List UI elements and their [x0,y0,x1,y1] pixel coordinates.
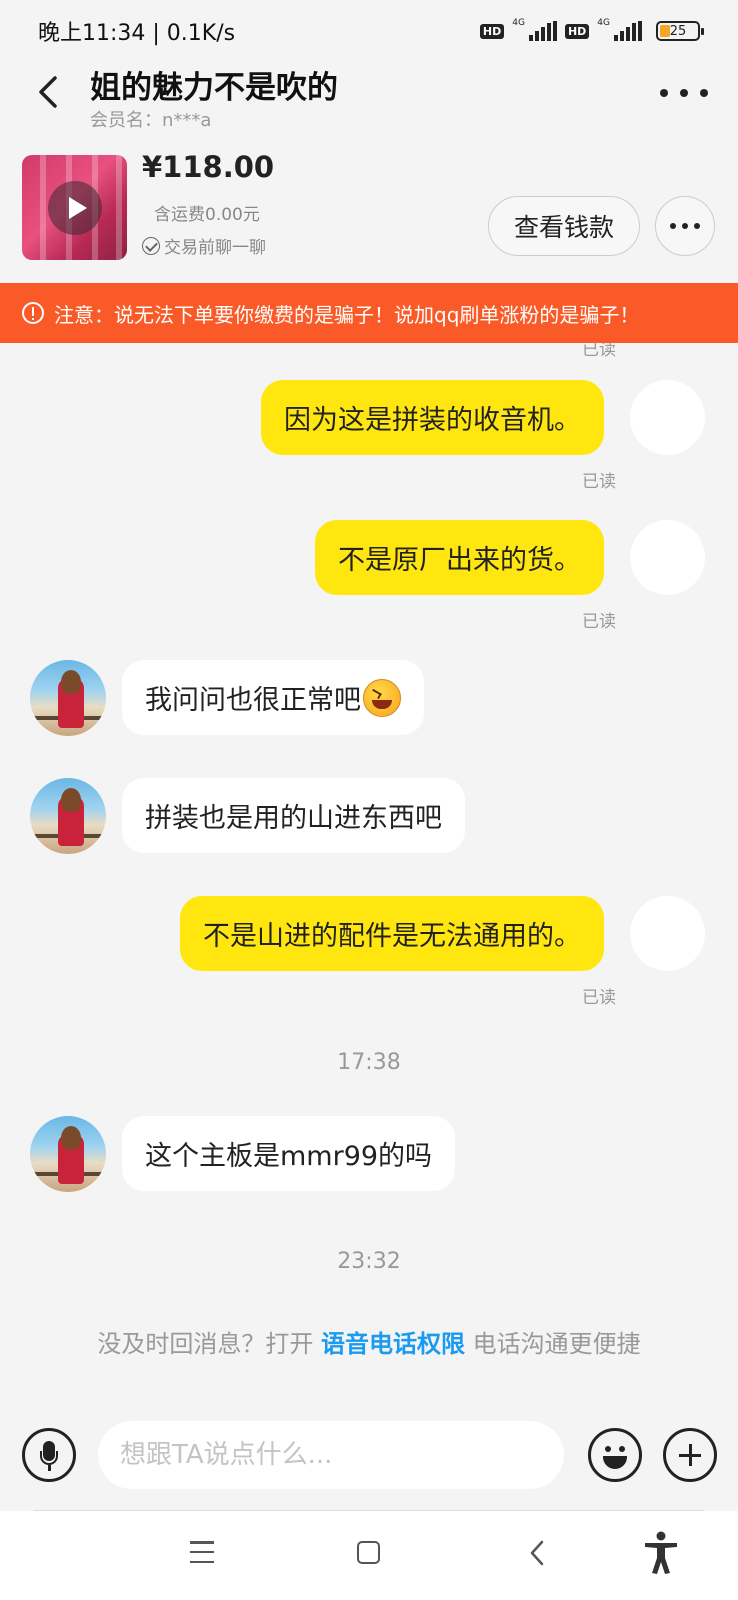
more-icon[interactable] [660,78,708,108]
message-bubble-received[interactable]: 拼装也是用的山进东西吧 [122,778,465,853]
emoji-icon[interactable] [588,1428,642,1482]
read-status: 已读 [582,343,616,360]
signal-icon [528,21,557,41]
my-avatar[interactable] [630,380,705,455]
network-type: 4G [597,18,610,28]
plus-icon[interactable] [663,1428,717,1482]
back-icon [39,76,57,108]
message-text: 我问问也很正常吧 [145,685,361,716]
scam-warning-banner: 注意：说无法下单要你缴费的是骗子！说加qq刷单涨粉的是骗子！ [0,283,738,343]
shipping-fee: 含运费0.00元 [154,205,260,225]
my-avatar[interactable] [630,896,705,971]
battery-level: 25 [669,23,687,39]
menu-icon[interactable] [190,1541,214,1563]
contact-avatar[interactable] [30,778,106,854]
timestamp: 17:38 [337,1050,401,1075]
status-icons: HD 4G HD 4G 25 [479,18,704,41]
chat-header: 姐的魅力不是吹的 会员名：n***a [0,62,738,138]
product-thumbnail[interactable] [22,155,127,260]
mic-icon[interactable] [22,1428,76,1482]
timestamp: 23:32 [337,1249,401,1274]
read-status: 已读 [582,612,616,632]
message-bubble-received[interactable]: 这个主板是mmr99的吗 [122,1116,456,1191]
message-bubble-received[interactable]: 我问问也很正常吧 [122,660,424,735]
contact-avatar[interactable] [30,1116,106,1192]
signal-icon [614,21,642,41]
back-button[interactable] [26,70,70,114]
back-nav-icon[interactable] [528,1539,546,1567]
view-payment-button[interactable]: 查看钱款 [488,196,640,256]
play-icon [48,181,102,235]
message-bubble-sent[interactable]: 不是原厂出来的货。 [315,520,604,595]
read-status: 已读 [582,988,616,1008]
product-card: ¥118.00 含运费0.00元 交易前聊一聊 查看钱款 [0,150,738,276]
warning-icon [22,302,44,324]
product-price: ¥118.00 [142,150,275,184]
message-bubble-sent[interactable]: 不是山进的配件是无法通用的。 [180,896,604,971]
message-input[interactable] [98,1421,564,1489]
hd-badge: HD [479,23,505,39]
home-icon[interactable] [357,1541,380,1564]
laughing-emoji-icon [363,678,401,717]
page-title: 姐的魅力不是吹的 [90,70,338,106]
read-status: 已读 [582,472,616,492]
hint-prefix: 没及时回消息？打开 [97,1330,321,1358]
network-type: 4G [512,18,525,28]
input-bar [0,1413,738,1513]
voice-call-hint: 没及时回消息？打开 语音电话权限 电话沟通更便捷 [0,1324,738,1359]
message-bubble-sent[interactable]: 因为这是拼装的收音机。 [261,380,604,455]
product-more-button[interactable] [655,196,715,256]
chat-first-note: 交易前聊一聊 [142,233,266,258]
voice-call-permission-link[interactable]: 语音电话权限 [321,1330,465,1358]
contact-avatar[interactable] [30,660,106,736]
my-avatar[interactable] [630,520,705,595]
message-list[interactable]: 已读 因为这是拼装的收音机。 已读 不是原厂出来的货。 已读 我问问也很正常吧 … [0,343,738,1413]
battery-icon: 25 [656,21,704,41]
accessibility-icon[interactable] [643,1531,679,1575]
hint-suffix: 电话沟通更便捷 [465,1330,641,1358]
warning-text: 注意：说无法下单要你缴费的是骗子！说加qq刷单涨粉的是骗子！ [54,302,640,327]
check-circle-icon [142,236,160,255]
hd-badge: HD [564,23,590,39]
system-nav-bar [0,1511,738,1600]
member-name: 会员名：n***a [90,110,212,131]
chat-first-label: 交易前聊一聊 [164,238,266,258]
status-time: 晚上11:34 | 0.1K/s [38,21,236,46]
status-bar: 晚上11:34 | 0.1K/s HD 4G HD 4G 25 [0,0,738,62]
